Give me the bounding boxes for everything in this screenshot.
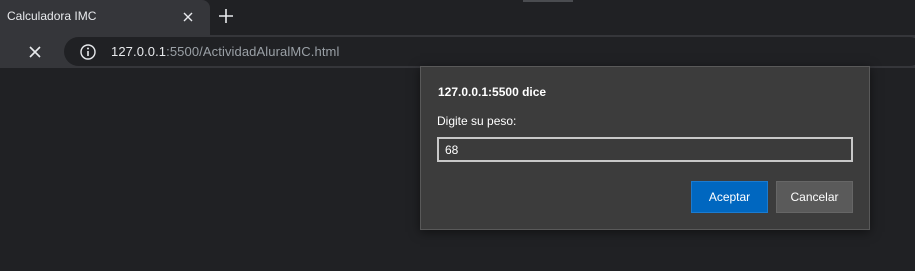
info-icon[interactable] (79, 43, 97, 61)
dialog-title: 127.0.0.1:5500 dice (438, 85, 547, 99)
dialog-message: Digite su peso: (437, 114, 517, 128)
close-icon[interactable] (180, 9, 196, 25)
browser-toolbar: 127.0.0.1:5500/ActividadAluralMC.html (0, 35, 915, 68)
tab-title: Calculadora IMC (7, 9, 97, 23)
tab-strip-drag-area[interactable] (523, 0, 573, 2)
tab-strip: Calculadora IMC (0, 0, 915, 35)
cancel-button[interactable]: Cancelar (776, 181, 853, 213)
stop-loading-icon[interactable] (25, 42, 45, 62)
url-text[interactable]: 127.0.0.1:5500/ActividadAluralMC.html (111, 44, 339, 59)
address-bar[interactable]: 127.0.0.1:5500/ActividadAluralMC.html (64, 37, 915, 66)
url-path: :5500/ActividadAluralMC.html (166, 44, 340, 59)
accept-button[interactable]: Aceptar (691, 181, 768, 213)
url-host: 127.0.0.1 (111, 44, 167, 59)
tab-calculadora-imc[interactable]: Calculadora IMC (0, 0, 210, 35)
weight-input[interactable] (437, 137, 853, 162)
plus-icon[interactable] (216, 6, 236, 26)
prompt-dialog: 127.0.0.1:5500 dice Digite su peso: Acep… (420, 66, 870, 230)
